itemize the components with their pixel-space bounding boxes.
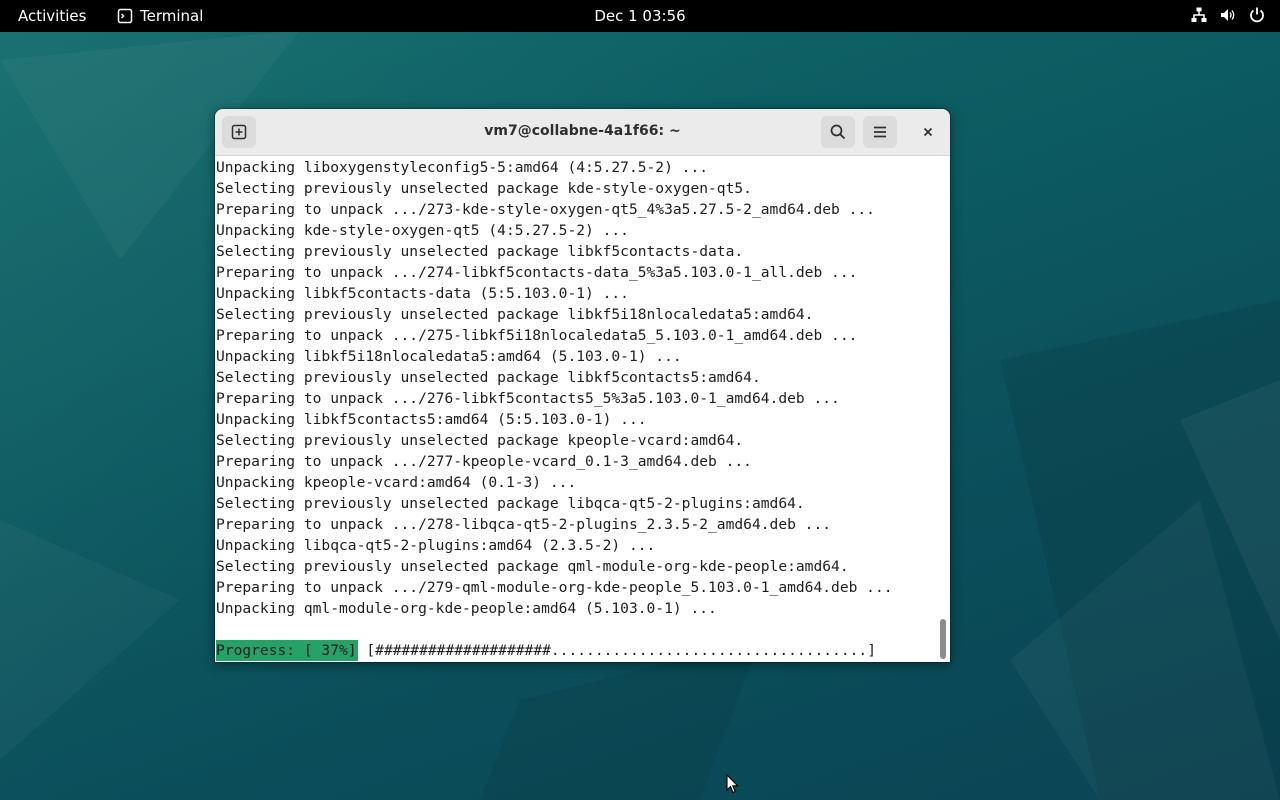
terminal-line: Preparing to unpack .../273-kde-style-ox… [216, 201, 875, 218]
clock[interactable]: Dec 1 03:56 [594, 7, 685, 25]
search-icon [830, 124, 846, 140]
terminal-line: Preparing to unpack .../278-libqca-qt5-2… [216, 516, 832, 533]
progress-row: Progress: [ 37%] [####################..… [216, 640, 876, 661]
terminal-line: Unpacking libkf5i18nlocaledata5:amd64 (5… [216, 348, 682, 365]
terminal-line: Unpacking libkf5contacts-data (5:5.103.0… [216, 285, 629, 302]
mouse-pointer-icon [726, 774, 739, 794]
close-icon [923, 127, 933, 137]
main-menu-button[interactable] [863, 116, 897, 148]
progress-label: Progress: [ 37%] [216, 640, 358, 661]
top-bar: Activities Terminal Dec 1 03:56 [0, 0, 1280, 32]
network-icon [1191, 7, 1207, 22]
terminal-line: Unpacking libkf5contacts5:amd64 (5:5.103… [216, 411, 647, 428]
progress-bar: [####################...................… [357, 642, 876, 659]
activities-button[interactable]: Activities [18, 7, 86, 25]
power-icon [1250, 7, 1264, 23]
terminal-line: Preparing to unpack .../276-libkf5contac… [216, 390, 840, 407]
volume-icon [1221, 9, 1235, 21]
terminal-line: Preparing to unpack .../274-libkf5contac… [216, 264, 858, 281]
terminal-line: Selecting previously unselected package … [216, 369, 761, 386]
terminal-line: Selecting previously unselected package … [216, 243, 744, 260]
header-bar[interactable]: vm7@collabne-4a1f66: ~ [215, 109, 950, 156]
scrollbar-thumb[interactable] [940, 619, 946, 659]
terminal-line: Unpacking kde-style-oxygen-qt5 (4:5.27.5… [216, 222, 629, 239]
terminal-line: Preparing to unpack .../277-kpeople-vcar… [216, 453, 752, 470]
terminal-line: Selecting previously unselected package … [216, 495, 805, 512]
terminal-line: Unpacking liboxygenstyleconfig5-5:amd64 … [216, 159, 709, 176]
app-menu[interactable]: Terminal [117, 7, 203, 25]
terminal-line: Selecting previously unselected package … [216, 558, 849, 575]
terminal-line: Selecting previously unselected package … [216, 432, 744, 449]
terminal-line: Selecting previously unselected package … [216, 306, 814, 323]
terminal-output[interactable]: Unpacking liboxygenstyleconfig5-5:amd64 … [215, 156, 937, 662]
terminal-line: Unpacking qml-module-org-kde-people:amd6… [216, 600, 717, 617]
system-status-area[interactable] [1190, 6, 1266, 24]
scrollbar[interactable] [937, 156, 950, 662]
terminal-line: Unpacking kpeople-vcard:amd64 (0.1-3) ..… [216, 474, 577, 491]
terminal-window: vm7@collabne-4a1f66: ~ Unpacking liboxyg… [215, 109, 950, 662]
terminal-line: Preparing to unpack .../275-libkf5i18nlo… [216, 327, 858, 344]
terminal-line: Selecting previously unselected package … [216, 180, 752, 197]
terminal-app-icon [117, 8, 133, 24]
app-menu-label: Terminal [140, 7, 204, 25]
terminal-lines: Unpacking liboxygenstyleconfig5-5:amd64 … [216, 157, 893, 619]
hamburger-menu-icon [874, 126, 886, 138]
terminal-line: Preparing to unpack .../279-qml-module-o… [216, 579, 893, 596]
terminal-line: Unpacking libqca-qt5-2-plugins:amd64 (2.… [216, 537, 656, 554]
close-button[interactable] [916, 120, 940, 144]
search-button[interactable] [821, 116, 855, 148]
